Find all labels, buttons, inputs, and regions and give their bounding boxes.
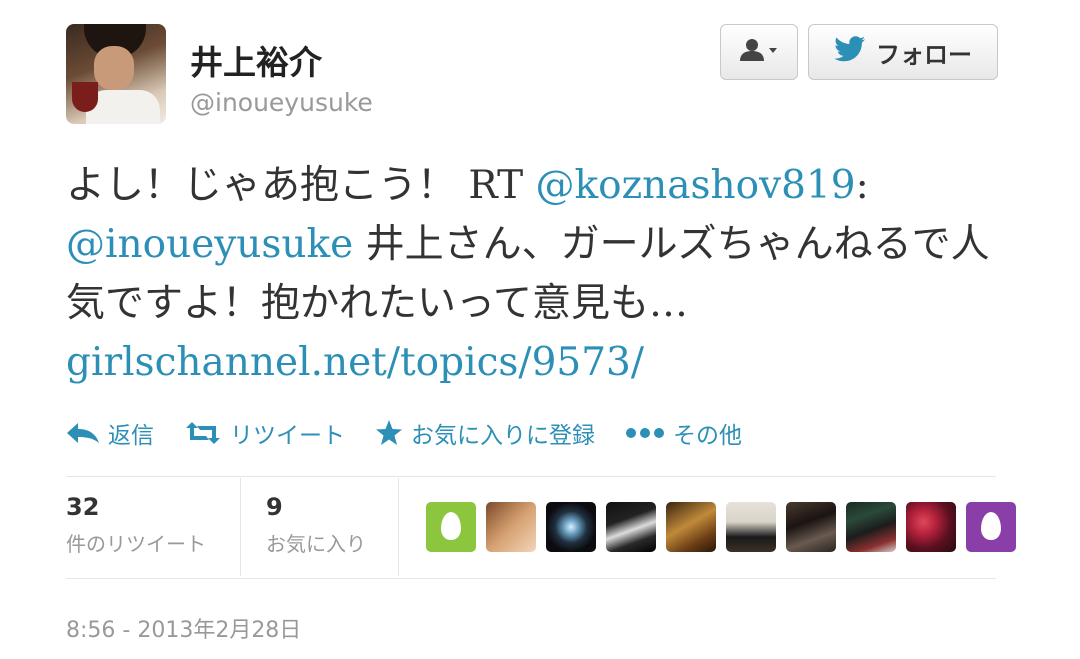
reply-icon (67, 423, 99, 443)
user-dropdown-icon (739, 38, 779, 66)
retweeter-avatar[interactable] (426, 502, 476, 552)
retweeter-avatar[interactable] (666, 502, 716, 552)
mention-link[interactable]: @koznashov819 (536, 163, 856, 208)
retweets-count: 32 (66, 493, 100, 521)
retweeter-avatar[interactable] (966, 502, 1016, 552)
user-actions-button[interactable] (720, 24, 798, 80)
retweeter-avatar[interactable] (486, 502, 536, 552)
retweets-label: 件のリツイート (66, 532, 206, 556)
stat-separator (240, 478, 241, 576)
more-action[interactable]: その他 (625, 416, 742, 450)
tweet-text-part: : (855, 163, 869, 208)
reply-action[interactable]: 返信 (66, 416, 154, 450)
favorites-stat[interactable]: 9 お気に入り (266, 492, 366, 557)
url-link[interactable]: girlschannel.net/topics/9573/ (66, 340, 644, 385)
user-avatar[interactable] (66, 24, 166, 124)
screen-name[interactable]: @inoueyusuke (190, 88, 373, 117)
retweeter-avatar[interactable] (846, 502, 896, 552)
retweets-stat[interactable]: 32 件のリツイート (66, 492, 206, 557)
favorite-label: お気に入りに登録 (411, 423, 595, 449)
divider (66, 578, 996, 579)
twitter-bird-icon (834, 36, 866, 68)
favorites-label: お気に入り (266, 532, 366, 556)
retweet-label: リツイート (230, 423, 345, 449)
mention-link[interactable]: @inoueyusuke (66, 222, 353, 267)
tweet-text: よし！じゃあ抱こう！ RT @koznashov819: @inoueyusuk… (66, 156, 996, 392)
retweeter-avatar[interactable] (606, 502, 656, 552)
more-dots-icon (626, 428, 664, 438)
retweeter-avatar[interactable] (786, 502, 836, 552)
retweeter-avatar[interactable] (726, 502, 776, 552)
follow-label: フォロー (876, 40, 972, 69)
more-label: その他 (673, 423, 742, 449)
retweeter-avatars (426, 502, 1026, 552)
retweeter-avatar[interactable] (906, 502, 956, 552)
timestamp[interactable]: 8:56 - 2013年2月28日 (66, 612, 301, 644)
favorite-action[interactable]: お気に入りに登録 (375, 416, 595, 450)
star-icon (376, 420, 402, 445)
follow-button[interactable]: フォロー (808, 24, 998, 80)
tweet-actions: 返信 リツイート お気に入りに登録 その他 (66, 416, 772, 450)
retweet-icon (186, 422, 220, 444)
favorites-count: 9 (266, 493, 283, 521)
display-name[interactable]: 井上裕介 (190, 36, 322, 84)
retweet-action[interactable]: リツイート (184, 416, 345, 450)
stat-separator (398, 478, 399, 576)
tweet-card: 井上裕介 @inoueyusuke フォロー よし！じゃあ抱こう！ RT @ko… (0, 0, 1080, 659)
retweeter-avatar[interactable] (546, 502, 596, 552)
reply-label: 返信 (108, 423, 154, 449)
divider (66, 476, 996, 477)
tweet-text-part: よし！じゃあ抱こう！ RT (66, 163, 536, 208)
